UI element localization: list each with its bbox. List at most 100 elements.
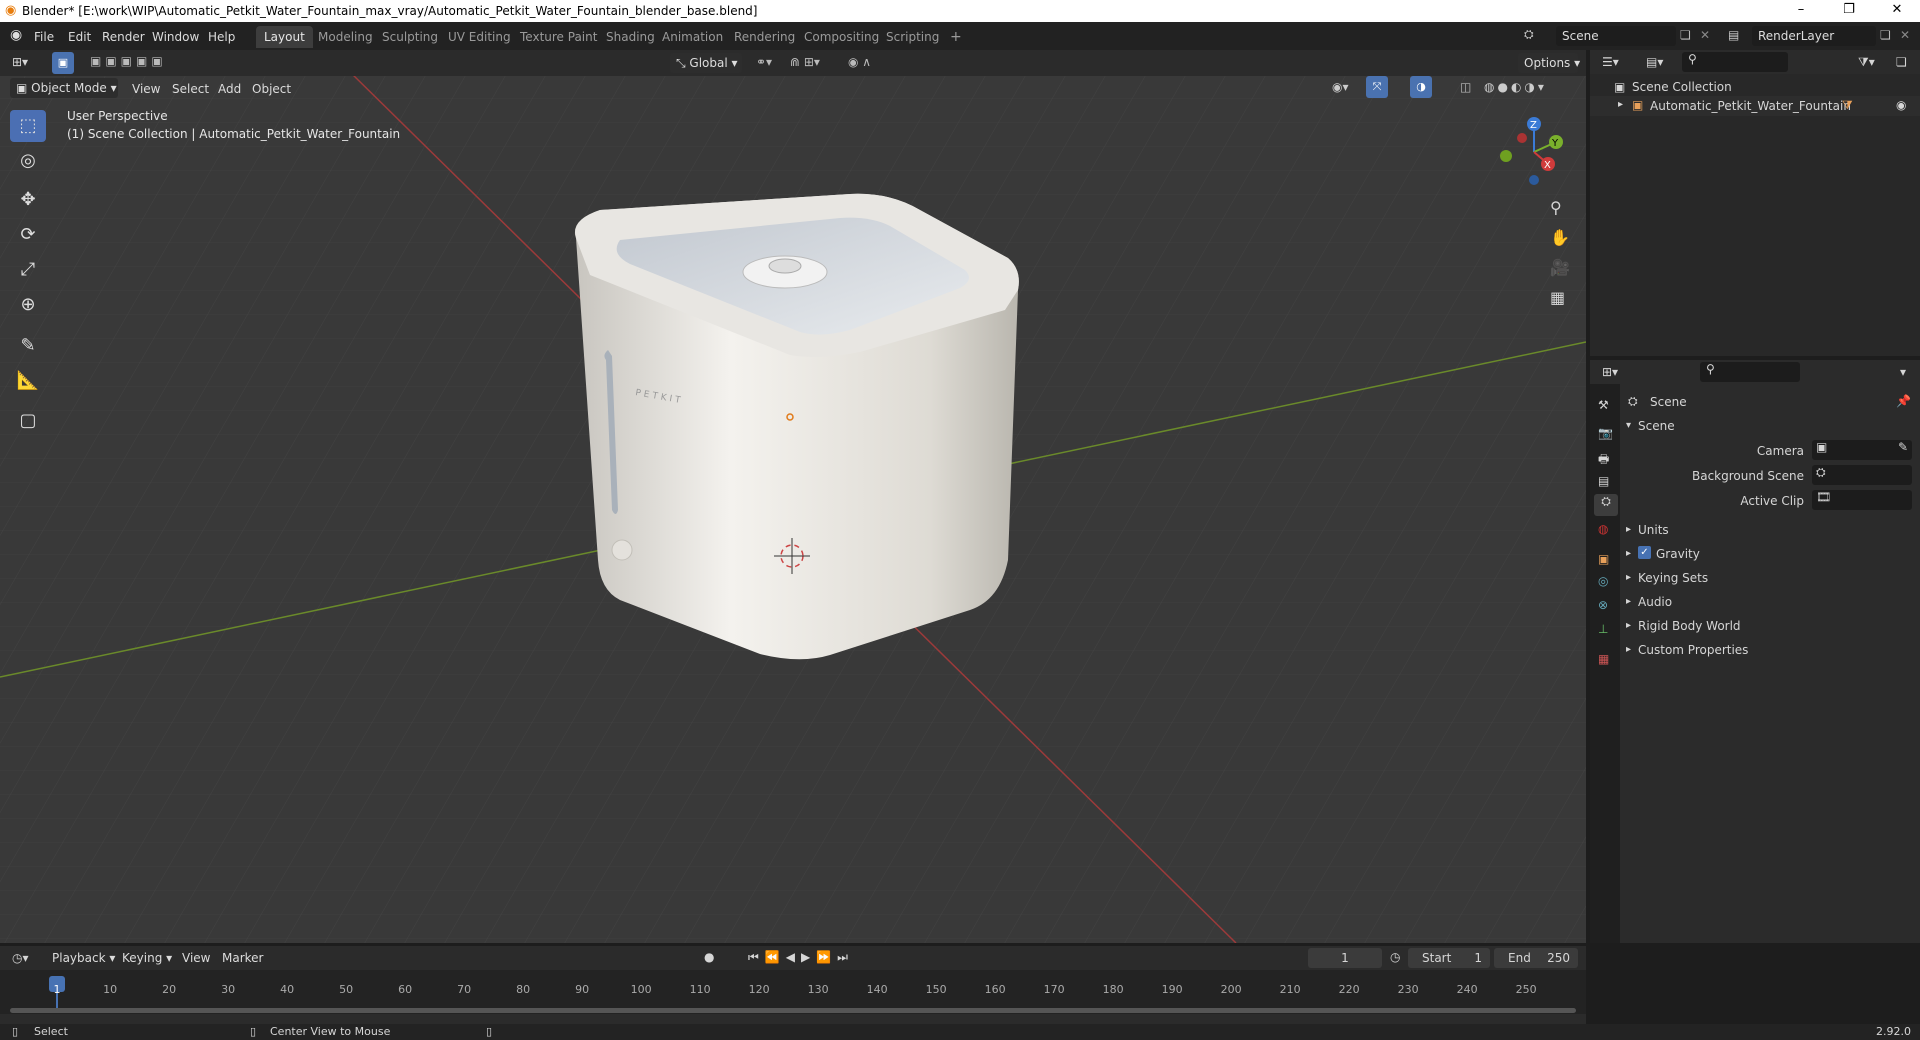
shading-mode-icons[interactable]: ◍●◐◑▾ [1484,80,1547,94]
panel-collapsed-icon[interactable]: ▸ [1626,620,1631,631]
constraints-tab-icon[interactable]: ⊗ [1598,598,1608,612]
scene-tab-icon[interactable]: ⛭ [1594,494,1618,516]
panel-collapsed-icon[interactable]: ▸ [1626,548,1631,559]
panel-collapsed-icon[interactable]: ▸ [1626,644,1631,655]
scale-tool-icon[interactable]: ⤢ [10,254,46,286]
pan-hand-icon[interactable]: ✋ [1550,228,1570,247]
menu-edit[interactable]: Edit [68,28,91,46]
data-tab-icon[interactable]: ⊥ [1598,622,1608,636]
render-tab-icon[interactable]: 📷 [1598,426,1613,440]
close-button[interactable]: ✕ [1874,0,1920,22]
scene-collection-label[interactable]: Scene Collection [1632,80,1732,94]
chevron-down-icon[interactable]: ▾ [1900,365,1906,379]
filter-icon[interactable]: ⧩▾ [1858,55,1875,70]
delete-scene-icon[interactable]: ✕ [1700,28,1710,42]
menu-playback[interactable]: Playback ▾ [52,949,115,967]
display-mode-icon[interactable]: ▤▾ [1646,55,1663,69]
ortho-toggle-icon[interactable]: ▦ [1550,288,1565,307]
transform-orientation-dropdown[interactable]: ⤡ Global ▾ [670,53,742,73]
menu-marker[interactable]: Marker [222,949,263,967]
menu-window[interactable]: Window [152,28,199,46]
select-tool-icon[interactable]: ⬚ [10,110,46,142]
snap-icon[interactable]: ⋒ ⊞▾ [790,55,820,69]
minimize-button[interactable]: – [1778,0,1824,22]
panel-expanded-icon[interactable]: ▾ [1626,420,1631,431]
new-view-layer-icon[interactable]: ❏ [1880,28,1891,42]
fountain-model[interactable]: PETKIT [560,180,1030,670]
timeline-editor-icon[interactable]: ◷▾ [12,951,29,965]
panel-collapsed-icon[interactable]: ▸ [1626,596,1631,607]
rotate-tool-icon[interactable]: ⟳ [10,219,46,251]
menu-view[interactable]: View [132,80,160,98]
select-box-tool-icon[interactable]: ▣ [52,52,74,74]
tab-compositing[interactable]: Compositing [796,26,887,48]
scene-panel-title[interactable]: Scene [1638,419,1675,433]
tab-animation[interactable]: Animation [654,26,731,48]
scene-selector[interactable]: Scene [1556,26,1676,46]
timeline-scrollbar[interactable] [10,1008,1576,1013]
new-scene-icon[interactable]: ❏ [1680,28,1691,42]
start-frame-field[interactable]: Start 1 [1408,948,1490,968]
panel-gravity[interactable]: Gravity [1656,547,1700,561]
output-tab-icon[interactable]: 🖶 [1598,450,1609,471]
pin-icon[interactable]: 📌 [1896,394,1911,408]
expand-arrow-icon[interactable]: ▸ [1618,99,1623,110]
tab-uv-editing[interactable]: UV Editing [440,26,519,48]
menu-object[interactable]: Object [252,80,291,98]
options-dropdown[interactable]: Options ▾ [1518,53,1580,73]
outliner-row[interactable]: ▸ ▣ Automatic_Petkit_Water_Fountain ⧩ ◉ [1590,96,1920,116]
menu-keying[interactable]: Keying ▾ [122,949,172,967]
background-scene-field[interactable]: ⛭ [1812,465,1912,485]
xray-icon[interactable]: ◫ [1460,80,1471,94]
move-tool-icon[interactable]: ✥ [10,184,46,216]
menu-select[interactable]: Select [172,80,209,98]
menu-file[interactable]: File [34,28,54,46]
annotate-tool-icon[interactable]: ✎ [10,330,46,362]
pivot-icon[interactable]: ⚭▾ [756,55,772,69]
panel-units[interactable]: Units [1638,523,1669,537]
panel-keying-sets[interactable]: Keying Sets [1638,571,1708,585]
properties-editor-icon[interactable]: ⊞▾ [1602,365,1618,379]
proportional-edit-icon[interactable]: ◉ ∧ [848,55,871,69]
navigation-gizmo[interactable]: Z Y X [1490,112,1570,192]
menu-render[interactable]: Render [102,28,145,46]
panel-rigid-body-world[interactable]: Rigid Body World [1638,619,1741,633]
clock-icon[interactable]: ◷ [1390,950,1400,964]
transform-tool-icon[interactable]: ⊕ [10,289,46,321]
panel-audio[interactable]: Audio [1638,595,1672,609]
physics-tab-icon[interactable]: ◎ [1598,574,1608,588]
visibility-icon[interactable]: ◉▾ [1332,80,1349,94]
menu-help[interactable]: Help [208,28,235,46]
blender-menu-icon[interactable]: ◉ [10,26,22,44]
add-workspace-button[interactable]: + [942,26,970,48]
3d-viewport[interactable]: PETKIT User Perspective (1) Scene Collec… [0,50,1586,943]
auto-keying-icon[interactable]: ● [704,950,714,964]
current-frame-field[interactable]: 1 [1308,948,1382,968]
tab-texture-paint[interactable]: Texture Paint [512,26,605,48]
eye-icon[interactable]: ◉ [1896,98,1906,112]
editor-type-icon[interactable]: ⊞▾ [12,55,28,69]
delete-view-layer-icon[interactable]: ✕ [1900,28,1910,42]
playback-controls-icons[interactable]: ⏮⏪◀▶⏩⏭ [748,950,854,965]
panel-custom-properties[interactable]: Custom Properties [1638,643,1748,657]
maximize-button[interactable]: ❐ [1826,0,1872,22]
camera-field[interactable]: ▣ ✎ [1812,440,1912,460]
texture-tab-icon[interactable]: ▦ [1598,652,1609,666]
tool-tab-icon[interactable]: ⚒ [1598,398,1609,412]
menu-add[interactable]: Add [218,80,241,98]
panel-collapsed-icon[interactable]: ▸ [1626,524,1631,535]
tab-scripting[interactable]: Scripting [878,26,947,48]
active-clip-field[interactable]: 🎞 [1812,490,1912,510]
mode-dropdown[interactable]: ▣ Object Mode ▾ [10,78,118,98]
view-layer-selector[interactable]: RenderLayer [1752,26,1876,46]
selection-mode-icons[interactable]: ▣▣▣▣▣ [90,54,167,68]
menu-timeline-view[interactable]: View [182,949,210,967]
world-tab-icon[interactable]: ◍ [1598,522,1608,536]
tab-modeling[interactable]: Modeling [310,26,381,48]
zoom-icon[interactable]: ⚲ [1550,198,1562,217]
outliner-editor-icon[interactable]: ☰▾ [1602,55,1619,69]
add-cube-tool-icon[interactable]: ▢ [10,405,46,437]
tab-rendering[interactable]: Rendering [726,26,803,48]
properties-search-input[interactable]: ⚲ [1700,362,1800,382]
object-tab-icon[interactable]: ▣ [1598,552,1609,566]
